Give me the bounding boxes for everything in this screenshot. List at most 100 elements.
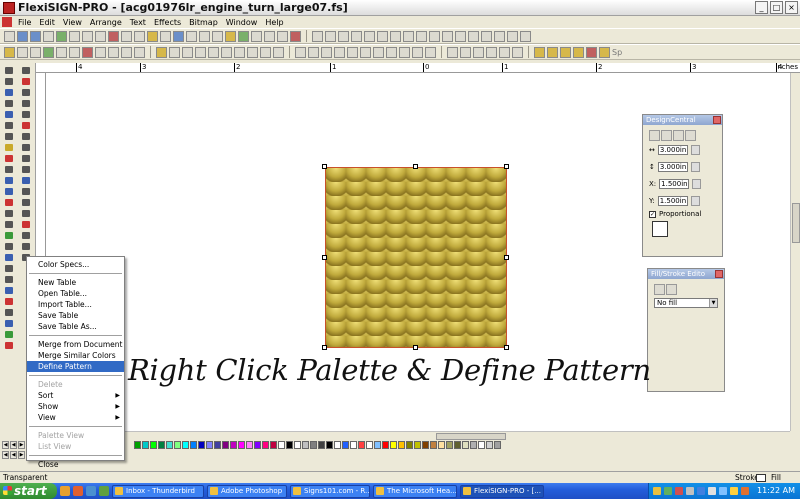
tray-icon[interactable] bbox=[675, 487, 683, 495]
proportional-checkbox[interactable]: ✓ bbox=[649, 210, 656, 218]
color-swatch[interactable] bbox=[342, 441, 349, 449]
shadow-icon[interactable] bbox=[208, 46, 219, 58]
color-swatch[interactable] bbox=[486, 441, 493, 449]
chevron-down-icon[interactable]: ▼ bbox=[709, 299, 717, 307]
mirror-icon[interactable] bbox=[121, 46, 132, 58]
select-icon[interactable] bbox=[160, 30, 171, 42]
spiral-tool-icon[interactable] bbox=[19, 153, 32, 163]
line-icon[interactable] bbox=[373, 46, 384, 58]
color-swatch[interactable] bbox=[374, 441, 381, 449]
menu-item-merge-from-document[interactable]: Merge from Document bbox=[27, 339, 124, 350]
menu-item-save-table[interactable]: Save Table bbox=[27, 310, 124, 321]
transform-tab-icon[interactable] bbox=[649, 130, 660, 141]
space-h-icon[interactable] bbox=[560, 46, 571, 58]
color-swatch[interactable] bbox=[142, 441, 149, 449]
menu-item-define-pattern[interactable]: Define Pattern bbox=[27, 361, 124, 372]
new-file-icon[interactable] bbox=[4, 30, 15, 42]
selection-handle[interactable] bbox=[322, 345, 327, 350]
hand-tool-icon[interactable] bbox=[2, 307, 15, 317]
zoom-tool-icon[interactable] bbox=[2, 285, 15, 295]
x-field[interactable]: 1.500in bbox=[659, 179, 690, 189]
color-swatch[interactable] bbox=[494, 441, 501, 449]
palette-row2-prev-icon[interactable]: ◀ bbox=[10, 451, 17, 459]
ellipse-icon[interactable] bbox=[308, 46, 319, 58]
color-swatch[interactable] bbox=[134, 441, 141, 449]
distort-icon[interactable] bbox=[234, 46, 245, 58]
text-tool-icon[interactable] bbox=[2, 76, 15, 86]
shape-tool-icon[interactable] bbox=[2, 98, 15, 108]
menu-item-close[interactable]: Close bbox=[27, 459, 124, 470]
color-swatch[interactable] bbox=[446, 441, 453, 449]
size-icon[interactable] bbox=[377, 30, 388, 42]
combine-icon[interactable] bbox=[30, 46, 41, 58]
select-tool-icon[interactable] bbox=[19, 65, 32, 75]
document-icon[interactable] bbox=[2, 17, 12, 27]
menu-effects[interactable]: Effects bbox=[150, 18, 185, 27]
justify-icon[interactable] bbox=[455, 30, 466, 42]
color-swatch[interactable] bbox=[350, 441, 357, 449]
undo-icon[interactable] bbox=[121, 30, 132, 42]
layout-icon[interactable] bbox=[212, 30, 223, 42]
star-tool-icon[interactable] bbox=[19, 142, 32, 152]
color-swatch[interactable] bbox=[310, 441, 317, 449]
kerning-icon[interactable] bbox=[403, 30, 414, 42]
minimize-icon[interactable]: _ bbox=[755, 1, 768, 14]
browser-icon[interactable] bbox=[73, 486, 83, 496]
group-icon[interactable] bbox=[4, 46, 15, 58]
order-icon[interactable] bbox=[586, 46, 597, 58]
color-swatch[interactable] bbox=[222, 441, 229, 449]
copy-icon[interactable] bbox=[82, 30, 93, 42]
bold-icon[interactable] bbox=[338, 30, 349, 42]
menu-file[interactable]: File bbox=[14, 18, 35, 27]
menu-item-sort[interactable]: Sort ▶ bbox=[27, 390, 124, 401]
node-tool-icon[interactable] bbox=[2, 109, 15, 119]
color-swatch[interactable] bbox=[182, 441, 189, 449]
color-swatch[interactable] bbox=[398, 441, 405, 449]
menu-item-merge-similar-colors[interactable]: Merge Similar Colors bbox=[27, 350, 124, 361]
design-central-title[interactable]: DesignCentral bbox=[643, 115, 722, 125]
task-microsoft[interactable]: The Microsoft Hea... bbox=[373, 484, 457, 498]
tool-10-icon[interactable] bbox=[2, 164, 15, 174]
tool-r17-icon[interactable] bbox=[19, 241, 32, 251]
tray-icon[interactable] bbox=[653, 487, 661, 495]
fill-tab-icon[interactable] bbox=[673, 130, 684, 141]
horizontal-scrollbar[interactable] bbox=[46, 431, 790, 440]
menu-item-show[interactable]: Show ▶ bbox=[27, 401, 124, 412]
view-icon[interactable] bbox=[186, 30, 197, 42]
align-middle-icon[interactable] bbox=[499, 46, 510, 58]
selection-handle[interactable] bbox=[504, 164, 509, 169]
tool-r13-icon[interactable] bbox=[19, 197, 32, 207]
shape2-icon[interactable] bbox=[251, 30, 262, 42]
color-swatch[interactable] bbox=[238, 441, 245, 449]
ungroup-icon[interactable] bbox=[17, 46, 28, 58]
tool-13-icon[interactable] bbox=[2, 197, 15, 207]
email-icon[interactable] bbox=[86, 486, 96, 496]
rect-tool-icon[interactable] bbox=[19, 98, 32, 108]
tool-12-icon[interactable] bbox=[2, 186, 15, 196]
desktop-icon[interactable] bbox=[99, 486, 109, 496]
engine-turn-pattern-object[interactable] bbox=[325, 167, 507, 348]
menu-arrange[interactable]: Arrange bbox=[86, 18, 126, 27]
rectangle-icon[interactable] bbox=[295, 46, 306, 58]
tray-icon[interactable] bbox=[730, 487, 738, 495]
close-icon[interactable] bbox=[715, 270, 723, 278]
fill-tool-icon[interactable] bbox=[2, 142, 15, 152]
polygon-tool-icon[interactable] bbox=[19, 131, 32, 141]
tool-11-icon[interactable] bbox=[2, 175, 15, 185]
ellipse-tool-icon[interactable] bbox=[19, 109, 32, 119]
stack-icon[interactable] bbox=[599, 46, 610, 58]
color-swatch[interactable] bbox=[230, 441, 237, 449]
menu-item-open-table[interactable]: Open Table... bbox=[27, 288, 124, 299]
task-flexisign[interactable]: FlexiSIGN-PRO - [... bbox=[460, 484, 544, 498]
align-left-shape-icon[interactable] bbox=[447, 46, 458, 58]
circle-icon[interactable] bbox=[321, 46, 332, 58]
menu-text[interactable]: Text bbox=[126, 18, 150, 27]
color-swatch[interactable] bbox=[174, 441, 181, 449]
height-spinner[interactable] bbox=[690, 162, 700, 172]
delete-icon[interactable] bbox=[108, 30, 119, 42]
menu-item-color-specs[interactable]: Color Specs... bbox=[27, 259, 124, 270]
close-icon[interactable] bbox=[713, 116, 721, 124]
menu-item-import-table[interactable]: Import Table... bbox=[27, 299, 124, 310]
menu-item-save-table-as[interactable]: Save Table As... bbox=[27, 321, 124, 332]
save-icon[interactable] bbox=[30, 30, 41, 42]
